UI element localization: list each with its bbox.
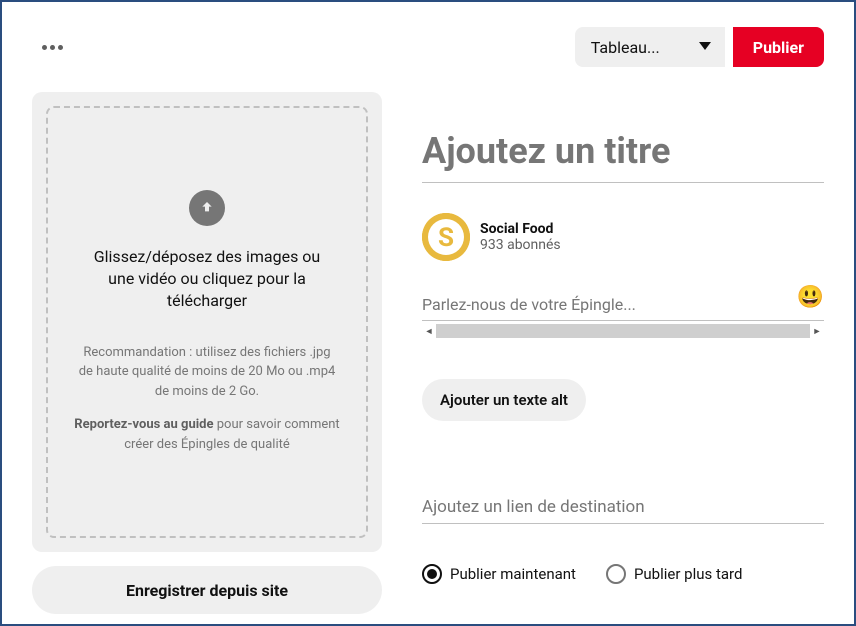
upload-icon: [189, 190, 225, 226]
upload-dropzone[interactable]: Glissez/déposez des images ou une vidéo …: [32, 92, 382, 552]
svg-text:S: S: [438, 223, 454, 253]
horizontal-scrollbar[interactable]: ◄ ►: [422, 323, 824, 339]
publish-now-radio[interactable]: Publier maintenant: [422, 564, 576, 584]
scroll-right-icon[interactable]: ►: [810, 324, 824, 338]
save-from-site-button[interactable]: Enregistrer depuis site: [32, 566, 382, 614]
right-column: S Social Food 933 abonnés 😃 ◄ ► Ajouter …: [422, 92, 824, 614]
author-name: Social Food: [480, 221, 561, 237]
board-select[interactable]: Tableau...: [575, 27, 725, 67]
upload-guide-link[interactable]: Reportez-vous au guide: [74, 417, 213, 432]
top-bar: Tableau... Publier: [32, 22, 824, 72]
main-area: Glissez/déposez des images ou une vidéo …: [32, 92, 824, 614]
author-row: S Social Food 933 abonnés: [422, 213, 824, 261]
more-options-button[interactable]: [32, 27, 72, 67]
radio-unchecked-icon: [606, 564, 626, 584]
upload-guide: Reportez-vous au guide pour savoir comme…: [68, 415, 346, 454]
left-column: Glissez/déposez des images ou une vidéo …: [32, 92, 382, 614]
pin-builder-frame: Tableau... Publier Glissez/déposez des i…: [0, 0, 856, 626]
radio-checked-icon: [422, 564, 442, 584]
publish-now-label: Publier maintenant: [450, 565, 576, 583]
description-row: 😃 ◄ ►: [422, 289, 824, 339]
description-input[interactable]: [422, 289, 824, 321]
publish-later-radio[interactable]: Publier plus tard: [606, 564, 742, 584]
ellipsis-icon: [42, 45, 63, 50]
destination-link-input[interactable]: [422, 491, 824, 524]
author-meta: Social Food 933 abonnés: [480, 221, 561, 253]
schedule-row: Publier maintenant Publier plus tard: [422, 564, 824, 584]
scroll-left-icon[interactable]: ◄: [422, 324, 436, 338]
title-input[interactable]: [422, 122, 824, 183]
avatar: S: [422, 213, 470, 261]
publish-button[interactable]: Publier: [733, 27, 824, 67]
top-right-controls: Tableau... Publier: [575, 27, 824, 67]
publish-later-label: Publier plus tard: [634, 565, 742, 583]
author-followers: 933 abonnés: [480, 237, 561, 253]
upload-recommendation: Recommandation : utilisez des fichiers .…: [77, 343, 337, 402]
emoji-picker-icon[interactable]: 😃: [797, 285, 824, 310]
upload-instructions: Glissez/déposez des images ou une vidéo …: [87, 246, 327, 313]
board-select-wrap: Tableau...: [575, 27, 725, 67]
add-alt-text-button[interactable]: Ajouter un texte alt: [422, 379, 586, 421]
upload-inner: Glissez/déposez des images ou une vidéo …: [46, 106, 368, 538]
scroll-track[interactable]: [436, 324, 810, 338]
